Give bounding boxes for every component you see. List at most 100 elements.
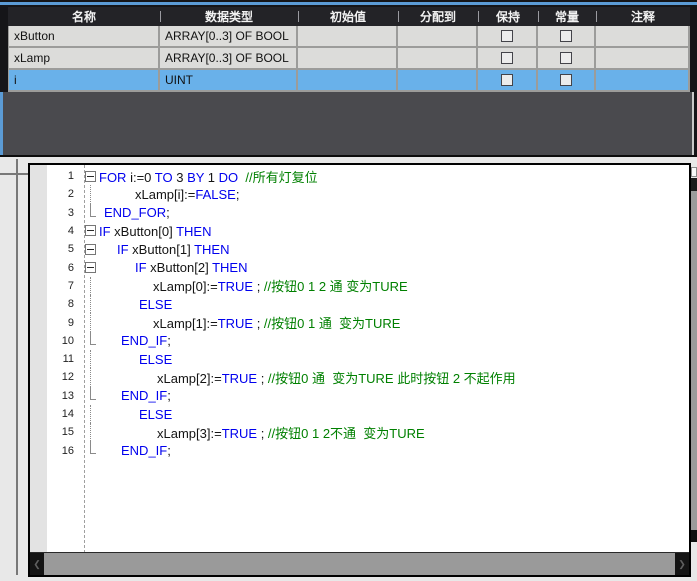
fold-guide-line [77, 185, 99, 203]
header-name[interactable]: 名称 [8, 7, 160, 26]
code-line[interactable]: 6IF xButton[2] THEN [30, 258, 681, 276]
variable-table: 名称 数据类型 初始值 分配到 保持 常量 注释 xButtonARRAY[0.… [8, 7, 690, 92]
header-retain[interactable]: 保持 [478, 7, 538, 26]
code-line[interactable]: 16END_IF; [30, 441, 681, 459]
code-line[interactable]: 12xLamp[2]:=TRUE ; //按钮0 通 变为TURE 此时按钮 2… [30, 368, 681, 386]
fold-guide-line [77, 387, 99, 405]
vertical-scrollbar-track[interactable] [691, 191, 697, 530]
st-code-editor-area: 1FOR i:=0 TO 3 BY 1 DO //所有灯复位 2 xLamp[i]:… [0, 157, 697, 581]
retain-checkbox[interactable] [501, 30, 513, 42]
retain-checkbox[interactable] [501, 74, 513, 86]
scroll-left-button[interactable]: ❮ [30, 553, 44, 575]
cell-name[interactable]: i [8, 70, 160, 90]
cell-constant [538, 26, 596, 46]
retain-checkbox[interactable] [501, 52, 513, 64]
code-text: END_IF; [99, 388, 681, 403]
code-line[interactable]: 3END_FOR; [30, 204, 681, 222]
code-text: IF xButton[1] THEN [99, 242, 681, 257]
scroll-up-button[interactable] [691, 167, 697, 177]
cell-comment[interactable] [596, 48, 690, 68]
cell-init[interactable] [298, 26, 398, 46]
fold-guide-line [77, 332, 99, 350]
collapse-minus-icon[interactable] [85, 244, 96, 255]
header-initial-value[interactable]: 初始值 [298, 7, 398, 26]
cell-type[interactable]: UINT [160, 70, 298, 90]
table-row[interactable]: iUINT [8, 70, 690, 92]
cell-assign[interactable] [398, 70, 478, 90]
code-text: xLamp[i]:=FALSE; [99, 187, 681, 202]
left-accent-strip [0, 92, 3, 155]
code-line[interactable]: 9xLamp[1]:=TRUE ; //按钮0 1 通 变为TURE [30, 313, 681, 331]
collapse-minus-icon[interactable] [85, 171, 96, 182]
code-text: xLamp[0]:=TRUE ; //按钮0 1 2 通 变为TURE [99, 276, 681, 295]
table-header-row: 名称 数据类型 初始值 分配到 保持 常量 注释 [8, 7, 690, 26]
constant-checkbox[interactable] [560, 74, 572, 86]
fold-collapse-box[interactable] [77, 240, 99, 258]
code-text: ELSE [99, 407, 681, 422]
code-text: ELSE [99, 297, 681, 312]
cell-assign[interactable] [398, 26, 478, 46]
code-text: xLamp[3]:=TRUE ; //按钮0 1 2不通 变为TURE [99, 423, 681, 442]
scroll-down-button[interactable] [691, 530, 697, 542]
fold-collapse-box[interactable] [77, 258, 99, 276]
line-number: 3 [30, 207, 77, 219]
cell-constant [538, 48, 596, 68]
code-line[interactable]: 4IF xButton[0] THEN [30, 222, 681, 240]
variable-declaration-panel: 名称 数据类型 初始值 分配到 保持 常量 注释 xButtonARRAY[0.… [0, 0, 697, 157]
table-row[interactable]: xLampARRAY[0..3] OF BOOL [8, 48, 690, 70]
line-number: 15 [30, 426, 77, 438]
header-comment[interactable]: 注释 [596, 7, 690, 26]
line-number: 10 [30, 335, 77, 347]
code-line[interactable]: 7xLamp[0]:=TRUE ; //按钮0 1 2 通 变为TURE [30, 277, 681, 295]
cell-init[interactable] [298, 48, 398, 68]
cell-name[interactable]: xLamp [8, 48, 160, 68]
declaration-empty-area[interactable] [3, 92, 692, 155]
table-body: xButtonARRAY[0..3] OF BOOLxLampARRAY[0..… [8, 26, 690, 92]
constant-checkbox[interactable] [560, 52, 572, 64]
code-line[interactable]: 5 IF xButton[1] THEN [30, 240, 681, 258]
code-line[interactable]: 8 ELSE [30, 295, 681, 313]
cell-comment[interactable] [596, 70, 690, 90]
line-number: 8 [30, 298, 77, 310]
code-line[interactable]: 1FOR i:=0 TO 3 BY 1 DO //所有灯复位 [30, 167, 681, 185]
code-line[interactable]: 13END_IF; [30, 387, 681, 405]
cell-retain [478, 48, 538, 68]
line-number: 5 [30, 243, 77, 255]
line-number: 6 [30, 262, 77, 274]
header-assigned-to[interactable]: 分配到 [398, 7, 478, 26]
constant-checkbox[interactable] [560, 30, 572, 42]
cell-type[interactable]: ARRAY[0..3] OF BOOL [160, 48, 298, 68]
vertical-scrollbar-thumb[interactable] [691, 178, 697, 191]
code-line[interactable]: 14ELSE [30, 405, 681, 423]
cell-assign[interactable] [398, 48, 478, 68]
code-line[interactable]: 10 END_IF; [30, 332, 681, 350]
cell-type[interactable]: ARRAY[0..3] OF BOOL [160, 26, 298, 46]
fold-guide-line [77, 441, 99, 459]
code-line[interactable]: 11ELSE [30, 350, 681, 368]
line-number: 9 [30, 317, 77, 329]
code-lines: 1FOR i:=0 TO 3 BY 1 DO //所有灯复位 2 xLamp[i]:… [30, 167, 681, 460]
code-line[interactable]: 15 xLamp[3]:=TRUE ; //按钮0 1 2不通 变为TURE [30, 423, 681, 441]
collapse-minus-icon[interactable] [85, 225, 96, 236]
code-line[interactable]: 2 xLamp[i]:=FALSE; [30, 185, 681, 203]
header-datatype[interactable]: 数据类型 [160, 7, 298, 26]
fold-collapse-box[interactable] [77, 167, 99, 185]
header-constant[interactable]: 常量 [538, 7, 596, 26]
code-editor[interactable]: 1FOR i:=0 TO 3 BY 1 DO //所有灯复位 2 xLamp[i]:… [28, 163, 691, 577]
code-text: ELSE [99, 352, 681, 367]
cell-init[interactable] [298, 70, 398, 90]
cell-name[interactable]: xButton [8, 26, 160, 46]
fold-guide-line [77, 277, 99, 295]
fold-collapse-box[interactable] [77, 222, 99, 240]
scroll-right-button[interactable]: ❯ [675, 553, 689, 575]
horizontal-scrollbar-thumb[interactable] [44, 553, 675, 575]
line-number: 2 [30, 188, 77, 200]
collapse-minus-icon[interactable] [85, 262, 96, 273]
cell-comment[interactable] [596, 26, 690, 46]
fold-guide-line [77, 204, 99, 222]
code-text: END_IF; [99, 333, 681, 348]
focus-accent-line [0, 2, 697, 5]
line-number: 12 [30, 371, 77, 383]
horizontal-scrollbar[interactable]: ❮ ❯ [30, 552, 689, 575]
table-row[interactable]: xButtonARRAY[0..3] OF BOOL [8, 26, 690, 48]
